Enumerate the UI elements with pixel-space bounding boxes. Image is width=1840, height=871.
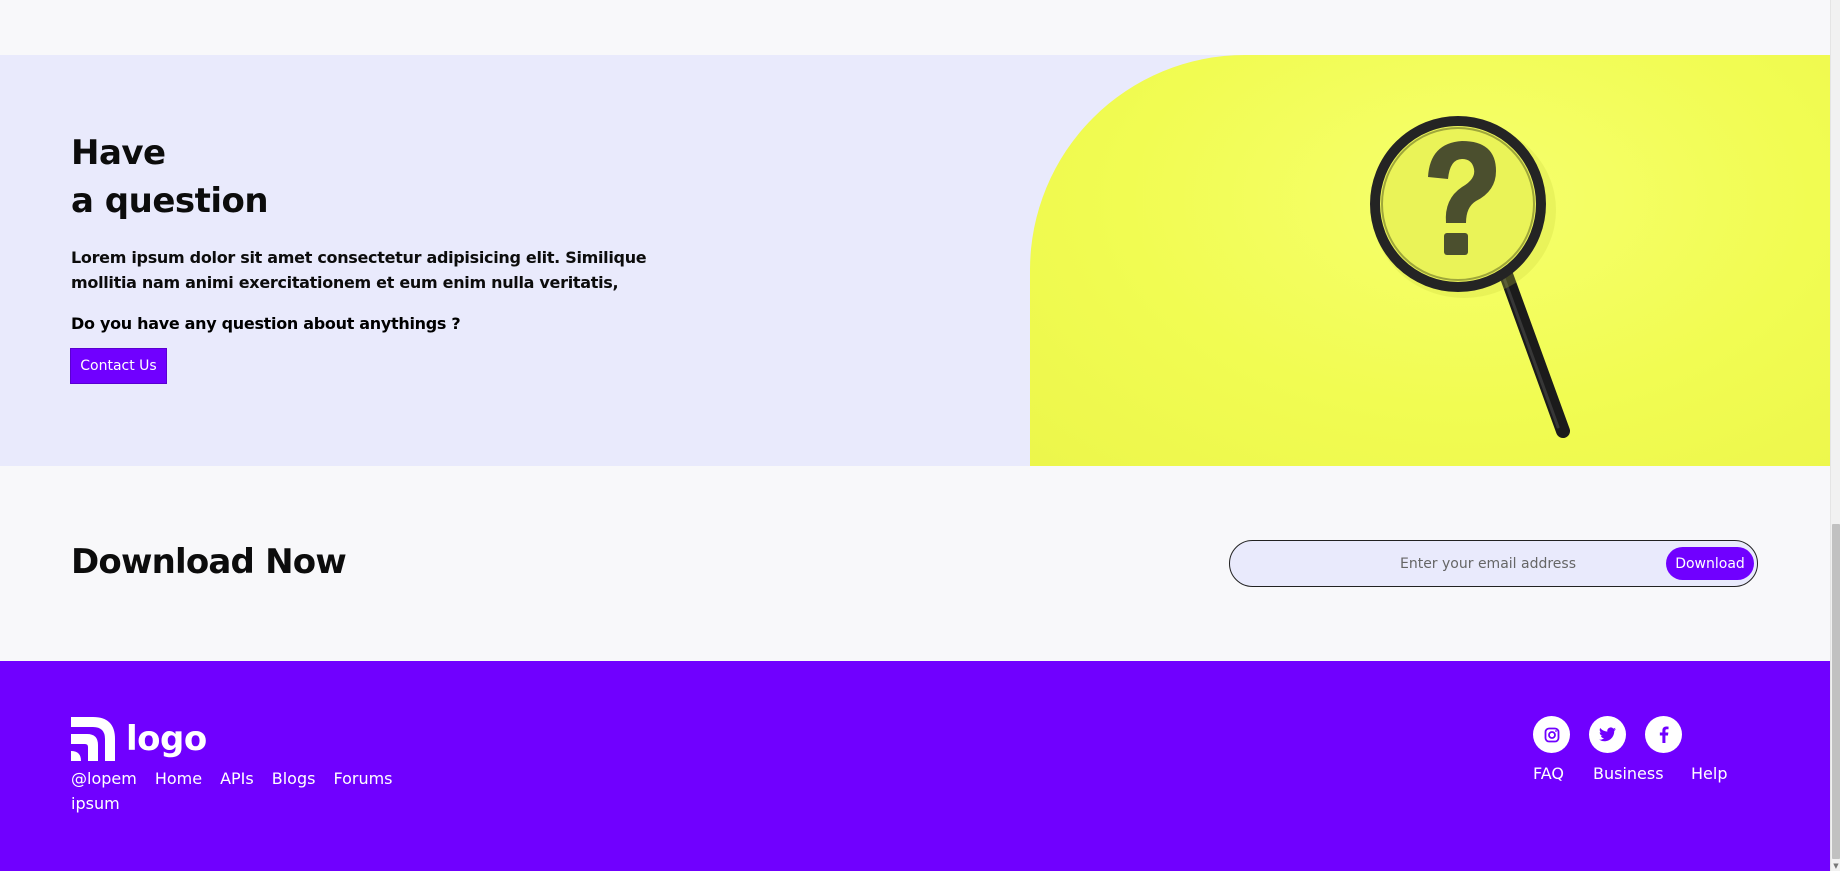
footer-link-blogs[interactable]: Blogs	[272, 766, 316, 791]
footer-link-home[interactable]: Home	[155, 766, 202, 791]
footer-links: @lopem Home APIs Blogs Forums ipsum	[71, 766, 411, 816]
question-section: Have a question Lorem ipsum dolor sit am…	[0, 55, 1830, 466]
question-title-line1: Have	[71, 133, 166, 173]
download-button[interactable]: Download	[1666, 547, 1754, 580]
question-body: Lorem ipsum dolor sit amet consectetur a…	[71, 248, 647, 292]
page: Have a question Lorem ipsum dolor sit am…	[0, 0, 1840, 871]
footer-link-lopem[interactable]: @lopem	[71, 766, 137, 791]
question-subtitle: Do you have any question about anythings…	[71, 314, 461, 333]
instagram-button[interactable]	[1533, 716, 1570, 753]
magnifying-glass-question-icon	[1370, 116, 1570, 438]
footer-right-links: FAQ Business Help	[1533, 761, 1727, 786]
footer-link-forums[interactable]: Forums	[333, 766, 392, 791]
footer: logo @lopem Home APIs Blogs Forums ipsum	[0, 661, 1830, 871]
scroll-down-arrow-icon[interactable]: ▼	[1831, 861, 1840, 871]
social-links	[1533, 716, 1682, 753]
download-title: Download Now	[71, 542, 347, 582]
footer-logo[interactable]: logo	[71, 717, 207, 761]
footer-link-ipsum[interactable]: ipsum	[71, 791, 120, 816]
scrollbar[interactable]: ▼	[1830, 0, 1840, 871]
question-title: Have a question	[71, 129, 711, 225]
question-title-line2: a question	[71, 181, 269, 221]
footer-link-help[interactable]: Help	[1691, 761, 1727, 786]
question-image	[1030, 55, 1830, 466]
logo-icon	[71, 717, 115, 761]
contact-us-button[interactable]: Contact Us	[71, 349, 166, 383]
footer-link-business[interactable]: Business	[1593, 761, 1691, 786]
email-input[interactable]	[1248, 548, 1618, 579]
twitter-icon	[1599, 727, 1616, 742]
instagram-icon	[1544, 727, 1559, 742]
logo-text: logo	[126, 719, 207, 759]
email-form: Download	[1229, 540, 1758, 587]
facebook-button[interactable]	[1645, 716, 1682, 753]
facebook-icon	[1659, 726, 1669, 743]
twitter-button[interactable]	[1589, 716, 1626, 753]
question-content: Have a question Lorem ipsum dolor sit am…	[71, 129, 711, 383]
scrollbar-thumb[interactable]	[1832, 524, 1840, 859]
footer-link-faq[interactable]: FAQ	[1533, 761, 1593, 786]
footer-link-apis[interactable]: APIs	[220, 766, 254, 791]
